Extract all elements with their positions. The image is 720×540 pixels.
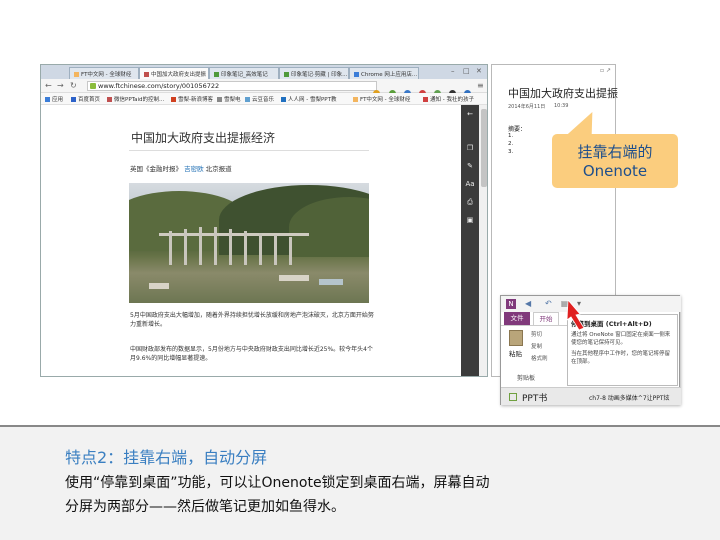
- list-item[interactable]: 1.: [508, 133, 513, 139]
- undo-icon[interactable]: ↶: [545, 299, 552, 308]
- tab-strip: FT中文网 - 全球财经 中国加大政府支出提振 印象笔记_高效笔记 印象笔记·剪…: [41, 65, 487, 79]
- browser-toolbar: ← → ↻ www.ftchinese.com/story/001056722 …: [41, 79, 487, 97]
- bookmark-item[interactable]: 通知 - 我社的孩子: [423, 95, 474, 103]
- format-painter-button[interactable]: 格式刷: [531, 354, 548, 362]
- article-photo: [129, 183, 369, 303]
- callout-line: Onenote: [582, 162, 648, 180]
- back-arrow-icon[interactable]: ←: [45, 81, 52, 90]
- page-content: 中国加大政府支出提振经济 英国《金融时报》 吉密欧 北京报道 5月中国政府支出大…: [41, 105, 487, 376]
- minimize-icon[interactable]: –: [451, 67, 455, 75]
- forward-arrow-icon[interactable]: →: [57, 81, 64, 90]
- feature-description: 分屏为两部分——然后做笔记更加如鱼得水。: [65, 499, 345, 515]
- browser-tab[interactable]: 印象笔记_高效笔记: [209, 67, 279, 79]
- bookmarks-bar: 应用 百度首页 微信PPTaid的控制... 雪梨-新浪博客 雪梨电 云豆音乐 …: [41, 93, 487, 105]
- close-icon[interactable]: ✕: [476, 67, 482, 75]
- tooltip-body: 当在其他程序中工作时，您的笔记将停留在顶部。: [571, 351, 671, 365]
- reload-icon[interactable]: ↻: [70, 81, 77, 90]
- note-title[interactable]: 中国加大政府支出提振: [508, 85, 618, 101]
- ft-icon: [353, 97, 358, 102]
- copy-button[interactable]: 复制: [531, 342, 542, 350]
- baidu-icon: [71, 97, 76, 102]
- maximize-icon[interactable]: □: [463, 67, 470, 75]
- notification-icon: [423, 97, 428, 102]
- quick-access-toolbar: N ◀ ↶ ▤ ▾: [501, 296, 681, 312]
- bookmark-item[interactable]: 云豆音乐: [245, 95, 274, 103]
- list-item[interactable]: 2.: [508, 141, 513, 147]
- scrollbar[interactable]: [479, 105, 487, 376]
- paste-button[interactable]: 粘贴: [509, 348, 522, 358]
- back-icon[interactable]: ◀: [525, 299, 531, 308]
- tab-favicon-icon: [144, 72, 149, 77]
- print-icon[interactable]: ⎙: [465, 197, 475, 207]
- feature-description: 使用“停靠到桌面”功能，可以让Onenote锁定到桌面右端，屏幕自动: [65, 475, 490, 491]
- author-link[interactable]: 吉密欧: [184, 165, 204, 173]
- tab-favicon-icon: [74, 72, 79, 77]
- red-arrow-icon: [566, 300, 585, 330]
- address-bar[interactable]: www.ftchinese.com/story/001056722: [87, 81, 377, 91]
- browser-tab[interactable]: FT中文网 - 全球财经: [69, 67, 139, 79]
- renren-icon: [281, 97, 286, 102]
- callout-line: 挂靠右端的: [577, 143, 653, 161]
- notebook-name[interactable]: PPT书: [522, 391, 547, 404]
- bookmark-item[interactable]: 人人网 - 雪梨PPT教: [281, 95, 336, 103]
- section-tab[interactable]: ch7-8 动画多媒体^7让PPT炫: [589, 393, 679, 402]
- tab-favicon-icon: [214, 72, 219, 77]
- tab-favicon-icon: [284, 72, 289, 77]
- ribbon-clipboard-group: 粘贴 剪切 复制 格式刷 剪贴板: [501, 325, 571, 383]
- notebook-icon: [509, 393, 517, 401]
- notebook-bar: PPT书 ch7-8 动画多媒体^7让PPT炫: [501, 387, 681, 405]
- browser-window: FT中文网 - 全球财经 中国加大政府支出提振 印象笔记_高效笔记 印象笔记·剪…: [40, 64, 488, 377]
- site-icon: [90, 83, 96, 89]
- browser-tab-active[interactable]: 中国加大政府支出提振: [139, 67, 209, 79]
- list-item[interactable]: 3.: [508, 149, 513, 155]
- note-time: 10:39: [554, 103, 569, 109]
- music-icon: [245, 97, 250, 102]
- scrollbar-thumb[interactable]: [481, 109, 487, 187]
- weibo-icon: [171, 97, 176, 102]
- tab-file[interactable]: 文件: [504, 312, 530, 325]
- article-byline: 英国《金融时报》 吉密欧 北京报道: [130, 165, 232, 173]
- bookmark-item[interactable]: FT中文网 - 全球财经: [353, 95, 410, 103]
- font-size-icon[interactable]: Aa: [465, 179, 475, 189]
- browser-tab[interactable]: 印象笔记·剪藏 | 印象...: [279, 67, 349, 79]
- divider: [129, 150, 369, 151]
- summary-label: 摘要：: [508, 126, 527, 133]
- callout-box: 挂靠右端的 Onenote: [552, 134, 678, 188]
- bookmark-icon: [217, 97, 222, 102]
- apps-icon: [45, 97, 50, 102]
- back-icon[interactable]: ←: [465, 109, 475, 119]
- copy-icon[interactable]: ❐: [465, 143, 475, 153]
- bookmark-item[interactable]: 雪梨-新浪博客: [171, 95, 213, 103]
- onenote-logo-icon: N: [506, 299, 516, 309]
- note-date: 2014年6月11日: [508, 104, 546, 110]
- reader-toolbar: ← ❐ ✎ Aa ⎙ ▣: [461, 105, 479, 376]
- article-paragraph: 5月中国政府支出大幅增加，随着外界持续担忧增长放缓和房地产泡沫破灭，北京方面开始…: [130, 312, 374, 328]
- onenote-ribbon-popup: N ◀ ↶ ▤ ▾ 文件 开始 粘贴 剪切 复制 格式刷 剪贴板 停靠到桌面 (…: [500, 295, 681, 405]
- window-controls-icon[interactable]: ▫ ↗: [600, 67, 611, 74]
- tooltip-body: 通过将 OneNote 窗口固定在桌面一侧来使您的笔记保持可见。: [571, 332, 671, 346]
- bookmark-item[interactable]: 百度首页: [71, 95, 100, 103]
- browser-tab[interactable]: Chrome 网上应用店...: [349, 67, 419, 79]
- article-paragraph: 中国财政部发布的数据显示，5月份地方与中央政府财政支出同比增长近25%。较今年头…: [130, 346, 373, 362]
- highlight-icon[interactable]: ✎: [465, 161, 475, 171]
- menu-icon[interactable]: ≡: [477, 81, 484, 90]
- bookmark-item[interactable]: 雪梨电: [217, 95, 241, 103]
- bookmark-item[interactable]: 应用: [45, 95, 63, 103]
- tooltip-title: 停靠到桌面 (Ctrl+Alt+D): [571, 320, 652, 328]
- tab-home[interactable]: 开始: [533, 312, 559, 325]
- paste-icon[interactable]: [509, 330, 523, 346]
- bookmark-icon: [107, 97, 112, 102]
- cut-button[interactable]: 剪切: [531, 330, 542, 338]
- tab-favicon-icon: [354, 72, 359, 77]
- bookmark-item[interactable]: 微信PPTaid的控制...: [107, 95, 164, 103]
- feature-heading: 特点2：挂靠右端，自动分屏: [65, 448, 268, 467]
- comment-icon[interactable]: ▣: [465, 215, 475, 225]
- clipboard-group-label: 剪贴板: [517, 375, 536, 382]
- article-title: 中国加大政府支出提振经济: [131, 131, 276, 145]
